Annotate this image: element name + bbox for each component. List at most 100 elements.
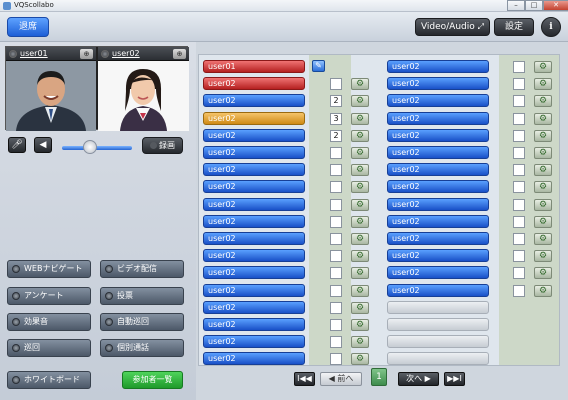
gear-icon[interactable]: ⚙ xyxy=(351,267,369,279)
order-number-box[interactable]: 2 xyxy=(330,95,342,107)
next-page-button[interactable]: 次へ ▶ xyxy=(398,372,439,386)
order-number-box[interactable] xyxy=(513,250,525,262)
participant-name[interactable]: user02 xyxy=(203,266,305,279)
previous-page-button[interactable]: ◀ 前へ xyxy=(320,372,362,386)
order-number-box[interactable] xyxy=(330,267,342,279)
gear-icon[interactable]: ⚙ xyxy=(351,147,369,159)
participant-name[interactable]: user02 xyxy=(387,232,489,245)
record-button[interactable]: 録画 xyxy=(142,137,183,154)
order-number-box[interactable] xyxy=(330,216,342,228)
gear-icon[interactable]: ⚙ xyxy=(534,285,552,297)
gear-icon[interactable]: ⚙ xyxy=(534,164,552,176)
vote-button[interactable]: 投票 xyxy=(100,287,184,305)
participant-name[interactable]: user02 xyxy=(203,335,305,348)
participant-name[interactable]: user02 xyxy=(203,215,305,228)
gear-icon[interactable]: ⚙ xyxy=(534,78,552,90)
gear-icon[interactable]: ⚙ xyxy=(534,267,552,279)
order-number-box[interactable] xyxy=(513,199,525,211)
first-page-button[interactable]: I◀◀ xyxy=(294,372,315,386)
order-number-box[interactable] xyxy=(330,353,342,365)
participant-name[interactable]: user02 xyxy=(203,163,305,176)
order-number-box[interactable] xyxy=(513,113,525,125)
gear-icon[interactable]: ⚙ xyxy=(534,147,552,159)
order-number-box[interactable] xyxy=(513,95,525,107)
volume-slider-handle[interactable] xyxy=(83,140,97,154)
participant-name[interactable]: user02 xyxy=(203,112,305,125)
order-number-box[interactable] xyxy=(513,181,525,193)
participant-name[interactable]: user02 xyxy=(387,198,489,211)
gear-icon[interactable]: ⚙ xyxy=(351,233,369,245)
gear-icon[interactable]: ⚙ xyxy=(534,250,552,262)
participant-name[interactable]: user02 xyxy=(387,163,489,176)
last-page-button[interactable]: ▶▶I xyxy=(444,372,465,386)
order-number-box[interactable] xyxy=(513,233,525,245)
order-number-box[interactable] xyxy=(330,147,342,159)
participant-name[interactable]: user02 xyxy=(203,301,305,314)
gear-icon[interactable]: ⚙ xyxy=(351,199,369,211)
order-number-box[interactable] xyxy=(513,130,525,142)
gear-icon[interactable]: ⚙ xyxy=(351,353,369,365)
exit-button[interactable]: 退席 xyxy=(7,17,49,37)
participant-name[interactable]: user02 xyxy=(387,146,489,159)
participant-name[interactable]: user02 xyxy=(387,77,489,90)
gear-icon[interactable]: ⚙ xyxy=(351,78,369,90)
gear-icon[interactable]: ⚙ xyxy=(351,319,369,331)
participant-name[interactable]: user02 xyxy=(203,198,305,211)
order-number-box[interactable] xyxy=(330,336,342,348)
settings-button[interactable]: 設定 xyxy=(494,18,534,36)
order-number-box[interactable] xyxy=(330,250,342,262)
participant-name[interactable]: user02 xyxy=(203,129,305,142)
participant-name[interactable]: user02 xyxy=(387,249,489,262)
order-number-box[interactable] xyxy=(330,302,342,314)
empty-participant-slot[interactable] xyxy=(387,318,489,331)
participant-name[interactable]: user02 xyxy=(203,180,305,193)
participant-name[interactable]: user02 xyxy=(203,284,305,297)
participant-name[interactable]: user02 xyxy=(203,77,305,90)
patrol-button[interactable]: 巡回 xyxy=(7,339,91,357)
gear-icon[interactable]: ⚙ xyxy=(534,199,552,211)
order-number-box[interactable] xyxy=(513,164,525,176)
gear-icon[interactable]: ⚙ xyxy=(351,216,369,228)
participant-name[interactable]: user02 xyxy=(387,94,489,107)
auto-patrol-button[interactable]: 自動巡回 xyxy=(100,313,184,331)
gear-icon[interactable]: ⚙ xyxy=(351,164,369,176)
participants-list-button[interactable]: 参加者一覧 xyxy=(122,371,183,389)
order-number-box[interactable] xyxy=(330,78,342,90)
order-number-box[interactable] xyxy=(330,233,342,245)
gear-icon[interactable]: ⚙ xyxy=(351,113,369,125)
participant-name[interactable]: user02 xyxy=(387,180,489,193)
participant-name[interactable]: user02 xyxy=(387,284,489,297)
order-number-box[interactable] xyxy=(330,285,342,297)
gear-icon[interactable]: ⚙ xyxy=(534,181,552,193)
gear-icon[interactable]: ⚙ xyxy=(351,250,369,262)
participant-name[interactable]: user02 xyxy=(203,232,305,245)
order-number-box[interactable]: 3 xyxy=(330,113,342,125)
participant-name[interactable]: user02 xyxy=(203,318,305,331)
order-number-box[interactable] xyxy=(513,216,525,228)
video-user-name[interactable]: user02 xyxy=(112,49,140,58)
maximize-button[interactable]: □ xyxy=(525,0,543,11)
order-number-box[interactable] xyxy=(330,181,342,193)
gear-icon[interactable]: ⚙ xyxy=(534,113,552,125)
gear-icon[interactable]: ⚙ xyxy=(534,216,552,228)
gear-icon[interactable]: ⚙ xyxy=(534,61,552,73)
whiteboard-button[interactable]: ホワイトボード xyxy=(7,371,91,389)
microphone-button[interactable]: 🎤︎ xyxy=(8,137,26,153)
sound-effect-button[interactable]: 効果音 xyxy=(7,313,91,331)
empty-participant-slot[interactable] xyxy=(387,335,489,348)
participant-name[interactable]: user02 xyxy=(387,215,489,228)
web-navigate-button[interactable]: WEBナビゲート xyxy=(7,260,91,278)
empty-participant-slot[interactable] xyxy=(387,352,489,365)
gear-icon[interactable]: ⚙ xyxy=(534,130,552,142)
video-stream-button[interactable]: ビデオ配信 xyxy=(100,260,184,278)
participant-name[interactable]: user02 xyxy=(387,266,489,279)
order-number-box[interactable] xyxy=(330,164,342,176)
zoom-icon[interactable]: ⊕ xyxy=(80,49,93,59)
survey-button[interactable]: アンケート xyxy=(7,287,91,305)
participant-name[interactable]: user02 xyxy=(387,60,489,73)
gear-icon[interactable]: ⚙ xyxy=(351,336,369,348)
gear-icon[interactable]: ⚙ xyxy=(534,95,552,107)
order-number-box[interactable]: 2 xyxy=(330,130,342,142)
zoom-icon[interactable]: ⊕ xyxy=(173,49,186,59)
video-audio-button[interactable]: Video/Audio ⤢ xyxy=(415,18,490,36)
